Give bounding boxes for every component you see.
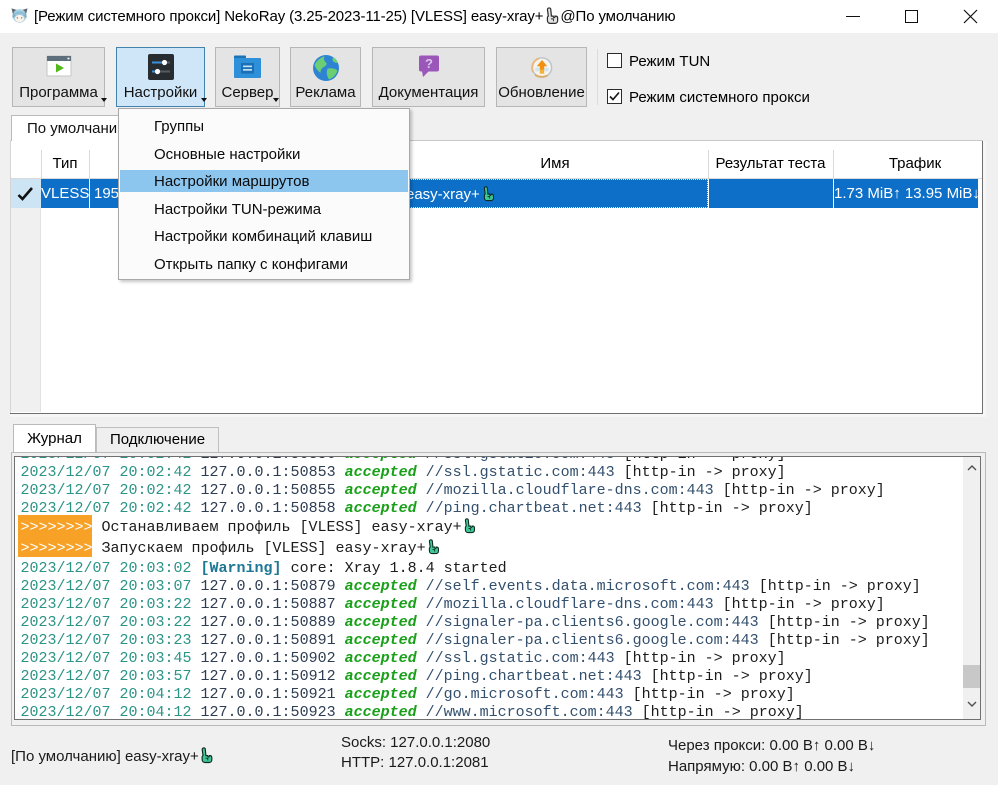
svg-text:?: ? <box>425 56 433 71</box>
